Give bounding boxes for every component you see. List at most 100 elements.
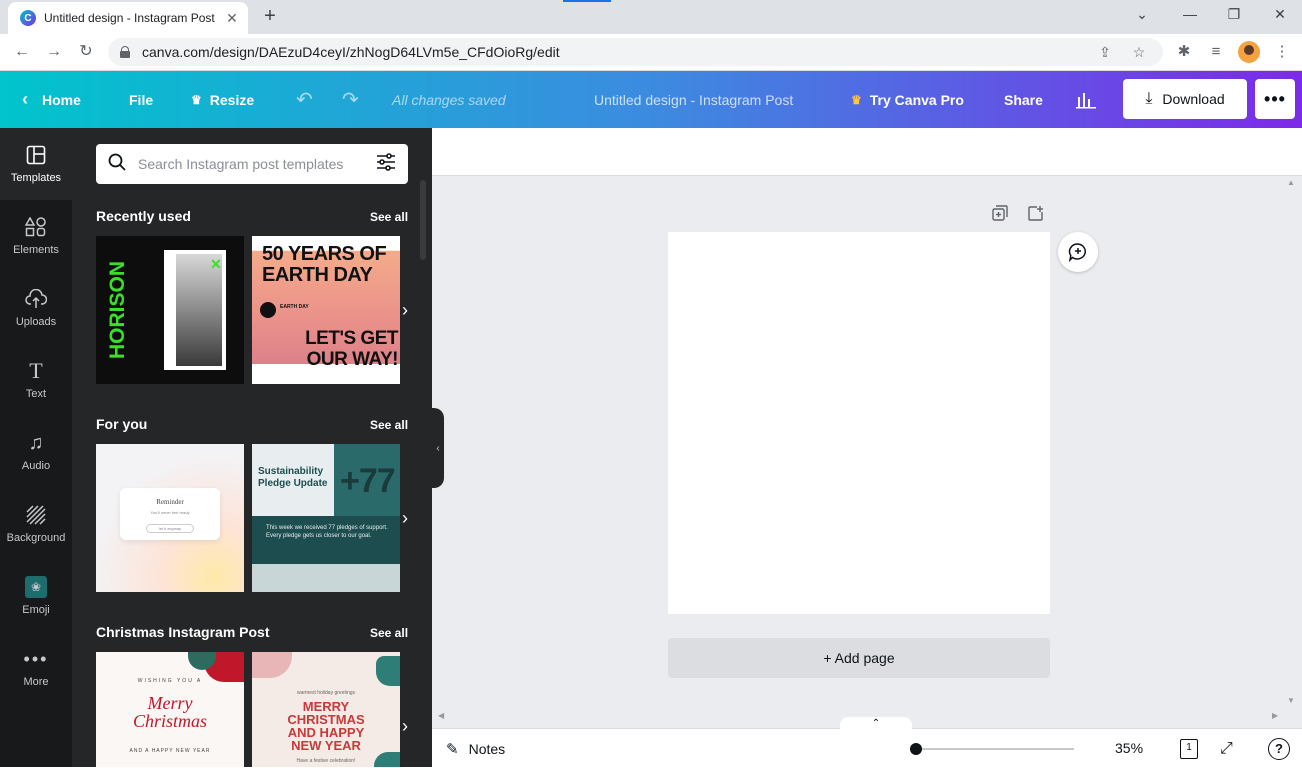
see-all-christmas[interactable]: See all bbox=[370, 626, 408, 640]
scroll-down-icon[interactable]: ▼ bbox=[1284, 696, 1298, 705]
editor-context-toolbar bbox=[432, 128, 1302, 176]
profile-avatar[interactable] bbox=[1238, 41, 1260, 63]
template-thumb-sustainability[interactable]: Sustainability Pledge Update +77 This we… bbox=[252, 444, 400, 592]
resize-button[interactable]: ♛ Resize bbox=[191, 71, 254, 128]
rail-label: Elements bbox=[13, 244, 59, 256]
page-count-button[interactable]: 1 bbox=[1180, 739, 1198, 759]
rail-item-more[interactable]: ••• More bbox=[0, 632, 72, 704]
document-title[interactable]: Untitled design - Instagram Post bbox=[594, 71, 793, 128]
tab-close-icon[interactable]: ✕ bbox=[222, 10, 242, 27]
tab-search-icon[interactable]: ⌄ bbox=[1132, 6, 1152, 23]
browser-tab-bar: C Untitled design - Instagram Post ✕ + ⌄… bbox=[0, 0, 1302, 34]
text-icon: T bbox=[29, 358, 43, 383]
add-page-button[interactable]: + Add page bbox=[668, 638, 1050, 678]
uploads-icon bbox=[25, 288, 47, 310]
browser-tab[interactable]: C Untitled design - Instagram Post ✕ bbox=[8, 2, 248, 34]
minimize-button[interactable]: — bbox=[1180, 6, 1200, 22]
panel-scrollbar[interactable] bbox=[420, 180, 426, 260]
download-button[interactable]: ⤓ Download bbox=[1123, 79, 1247, 119]
collapse-panel-handle[interactable]: ‹ bbox=[432, 408, 444, 488]
add-page-icon[interactable] bbox=[1026, 205, 1046, 225]
filter-sliders-icon[interactable] bbox=[376, 153, 396, 175]
scroll-left-icon[interactable]: ◀ bbox=[438, 711, 444, 720]
expand-pages-tab[interactable]: ⌃ bbox=[840, 717, 912, 731]
reminder-body: You'll never feel ready bbox=[150, 510, 190, 515]
home-label: Home bbox=[42, 91, 81, 108]
scroll-right-icon[interactable]: ▶ bbox=[1272, 711, 1278, 720]
duplicate-page-icon[interactable] bbox=[990, 205, 1010, 225]
chevron-left-icon: ‹ bbox=[22, 89, 28, 109]
undo-icon[interactable]: ↶ bbox=[296, 71, 313, 128]
template-thumb-reminder[interactable]: Reminder You'll never feel ready let it … bbox=[96, 444, 244, 592]
merry-top-text: WISHING YOU A bbox=[137, 678, 203, 684]
zoom-level[interactable]: 35% bbox=[1115, 729, 1143, 768]
section-title-christmas: Christmas Instagram Post bbox=[96, 624, 270, 640]
rail-item-elements[interactable]: Elements bbox=[0, 200, 72, 272]
file-menu-button[interactable]: File bbox=[129, 71, 153, 128]
crown-icon: ♛ bbox=[191, 92, 202, 107]
url-text: canva.com/design/DAEzuD4ceyI/zhNogD64LVm… bbox=[142, 44, 560, 60]
rail-label: Emoji bbox=[22, 604, 50, 616]
resize-label: Resize bbox=[209, 91, 255, 108]
rail-label: Uploads bbox=[15, 316, 57, 328]
chevron-right-icon[interactable]: › bbox=[398, 298, 412, 322]
help-button[interactable]: ? bbox=[1268, 738, 1290, 760]
vertical-scrollbar[interactable]: ▲ ▼ bbox=[1284, 176, 1298, 711]
rail-item-audio[interactable]: ♫ Audio bbox=[0, 416, 72, 488]
forward-icon[interactable]: → bbox=[44, 42, 64, 62]
back-icon[interactable]: ← bbox=[12, 42, 32, 62]
more-options-button[interactable]: ••• bbox=[1255, 79, 1295, 119]
bookmark-star-icon[interactable]: ☆ bbox=[1129, 44, 1149, 61]
template-thumb-xmas-greetings[interactable]: warmest holiday greetings MERRY CHRISTMA… bbox=[252, 652, 400, 767]
sustainability-number: +77 bbox=[340, 462, 396, 500]
rail-item-text[interactable]: T Text bbox=[0, 344, 72, 416]
zoom-slider-thumb[interactable] bbox=[910, 743, 922, 755]
restore-button[interactable]: ❐ bbox=[1224, 6, 1244, 23]
bar-chart-icon bbox=[1076, 92, 1096, 108]
url-bar[interactable]: canva.com/design/DAEzuD4ceyI/zhNogD64LVm… bbox=[108, 38, 1163, 66]
see-all-recently-used[interactable]: See all bbox=[370, 210, 408, 224]
notes-button[interactable]: ✎ Notes bbox=[446, 729, 505, 768]
notes-label: Notes bbox=[468, 740, 506, 757]
reminder-tag: let it anyway bbox=[146, 524, 194, 533]
share-button[interactable]: Share bbox=[1004, 71, 1043, 128]
template-thumb-earth-day[interactable]: 50 YEARS OF EARTH DAY EARTH DAY LET'S GE… bbox=[252, 236, 400, 384]
save-status: All changes saved bbox=[392, 91, 506, 108]
rail-item-templates[interactable]: Templates bbox=[0, 128, 72, 200]
rail-item-background[interactable]: Background bbox=[0, 488, 72, 560]
xmas-top-text: warmest holiday greetings bbox=[296, 690, 356, 696]
sustainability-body: This week we received 77 pledges of supp… bbox=[266, 525, 388, 539]
close-window-button[interactable]: ✕ bbox=[1270, 6, 1290, 23]
template-thumb-merry-christmas[interactable]: WISHING YOU A Merry Christmas AND A HAPP… bbox=[96, 652, 244, 767]
media-control-icon[interactable]: ≡ bbox=[1206, 42, 1226, 62]
try-pro-label: Try Canva Pro bbox=[869, 91, 964, 108]
download-icon: ⤓ bbox=[1145, 90, 1153, 107]
add-comment-icon[interactable] bbox=[1058, 232, 1098, 272]
insights-chart-icon[interactable] bbox=[1076, 71, 1096, 128]
new-tab-button[interactable]: + bbox=[260, 6, 280, 26]
template-thumb-horison[interactable]: HORISON ✕ bbox=[96, 236, 244, 384]
reload-icon[interactable]: ↻ bbox=[76, 42, 96, 62]
xmas-main-text: MERRY CHRISTMAS AND HAPPY NEW YEAR bbox=[287, 699, 365, 753]
earth-day-headline: 50 YEARS OF EARTH DAY bbox=[262, 243, 387, 286]
chevron-right-icon[interactable]: › bbox=[398, 714, 412, 738]
zoom-slider-track[interactable] bbox=[914, 748, 1074, 750]
browser-menu-icon[interactable]: ⋮ bbox=[1272, 42, 1292, 62]
rail-item-uploads[interactable]: Uploads bbox=[0, 272, 72, 344]
extensions-icon[interactable]: ✱ bbox=[1174, 42, 1194, 62]
chevron-right-icon[interactable]: › bbox=[398, 506, 412, 530]
share-page-icon[interactable]: ⇪ bbox=[1095, 44, 1115, 61]
home-button[interactable]: ‹ Home bbox=[22, 71, 81, 128]
crown-icon: ♛ bbox=[851, 92, 862, 107]
scroll-up-icon[interactable]: ▲ bbox=[1284, 178, 1298, 187]
fullscreen-icon[interactable]: ⤢ bbox=[1220, 729, 1233, 768]
see-all-for-you[interactable]: See all bbox=[370, 418, 408, 432]
rail-label: More bbox=[23, 676, 49, 688]
try-canva-pro-button[interactable]: ♛ Try Canva Pro bbox=[851, 71, 964, 128]
horison-text: HORISON bbox=[106, 260, 130, 360]
redo-icon[interactable]: ↷ bbox=[342, 71, 359, 128]
design-page-canvas[interactable] bbox=[668, 232, 1050, 614]
template-search-input[interactable]: Search Instagram post templates bbox=[96, 144, 408, 184]
rail-item-emoji[interactable]: ❀ Emoji bbox=[0, 560, 72, 632]
more-icon: ••• bbox=[23, 648, 49, 669]
